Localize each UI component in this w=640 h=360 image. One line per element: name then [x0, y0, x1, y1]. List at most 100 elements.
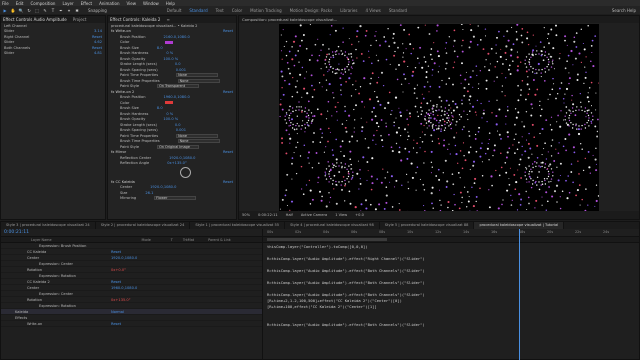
property-value[interactable]: 0.001	[176, 68, 186, 72]
tab-effect-controls-audio[interactable]: Effect Controls Audio Amplitude	[3, 17, 67, 22]
timeline-graph[interactable]: 00s 02s 04s 06s 08s 10s 12s 14s 16s 18s 20s 22s 24s …	[263, 229, 639, 360]
column-trkmat[interactable]: TrkMat	[183, 238, 194, 242]
expression-line[interactable]: R=thisComp.layer("Audio Amplitude").effe…	[267, 321, 639, 327]
panel-menu-icon[interactable]: ≡	[166, 17, 169, 22]
layer-property-value[interactable]: Reset	[111, 280, 121, 284]
workspace-default[interactable]: Default	[167, 8, 182, 13]
type-tool-icon[interactable]: T	[50, 8, 56, 13]
expression-editor[interactable]: thisComp.layer("Controller").toComp([0,0…	[263, 243, 639, 327]
zoom-dropdown[interactable]: 50%	[242, 213, 250, 217]
property-value[interactable]: 0.001	[176, 128, 186, 132]
tab-effect-controls-kaleida[interactable]: Effect Controls: Kaleida 2	[110, 17, 160, 22]
property-dropdown[interactable]: On Original Image	[157, 144, 200, 149]
roto-tool-icon[interactable]: ✱	[74, 8, 80, 13]
exposure-value[interactable]: +0.0	[355, 213, 364, 217]
menu-item-file[interactable]: File	[2, 1, 9, 6]
property-value[interactable]: 0.0	[175, 62, 181, 66]
property-value[interactable]: 100.0 %	[163, 57, 178, 61]
workspace-libraries[interactable]: Libraries	[340, 8, 357, 13]
property-value[interactable]: 8.0	[157, 106, 163, 110]
property-value[interactable]: 1920.0,1080.0	[169, 156, 195, 160]
layer-property-value[interactable]: 0x+135.0°	[111, 298, 131, 302]
menu-item-layer[interactable]: Layer	[62, 1, 73, 6]
workspace-standard-2[interactable]: Standard	[389, 8, 407, 13]
angle-dial[interactable]	[180, 167, 191, 178]
resolution-dropdown[interactable]: Half	[286, 213, 293, 217]
tab-project[interactable]: Project	[73, 17, 87, 22]
property-value[interactable]: 1960.0,1080.0	[164, 95, 190, 99]
property-dropdown[interactable]: None	[176, 133, 219, 138]
timeline-tab[interactable]: Style 4 | procedural kaleidoscope visual…	[285, 222, 380, 229]
property-value[interactable]: 0 %	[166, 112, 173, 116]
property-value[interactable]: 2160.0,1080.0	[164, 35, 190, 39]
layer-property-value[interactable]: Normal	[111, 310, 124, 314]
property-value[interactable]: 3.14	[94, 29, 102, 33]
current-time-readout[interactable]: 0:00:22:11	[258, 213, 278, 217]
workspace-standard[interactable]: Standard	[189, 8, 207, 13]
timeline-tab[interactable]: Style 2 | procedural kaleidoscope visual…	[96, 222, 191, 229]
reset-link[interactable]: Reset	[223, 180, 233, 184]
pen-tool-icon[interactable]: ✎	[42, 8, 48, 13]
current-time-indicator[interactable]	[518, 229, 520, 360]
property-value[interactable]: 8.0	[157, 46, 163, 50]
property-value[interactable]: 0 %	[166, 51, 173, 55]
menu-item-edit[interactable]: Edit	[16, 1, 24, 6]
property-value[interactable]: 0.0	[175, 123, 181, 127]
property-value[interactable]: Reset	[92, 46, 102, 50]
column-mode[interactable]: Mode	[142, 238, 151, 242]
timeline-tab[interactable]: Style 5 | procedural kaleidoscope visual…	[380, 222, 475, 229]
layer-property-value[interactable]: 1920.0,1080.0	[111, 256, 137, 260]
workspace-4-views[interactable]: 4 Views	[365, 8, 380, 13]
time-ruler[interactable]: 00s 02s 04s 06s 08s 10s 12s 14s 16s 18s 20s 22s 24s	[263, 229, 639, 237]
search-help-field[interactable]: Search Help	[612, 8, 636, 13]
property-dropdown[interactable]: None	[177, 78, 220, 83]
composition-canvas[interactable]	[279, 23, 600, 213]
layer-property-value[interactable]: 0x+0.0°	[111, 268, 126, 272]
color-swatch[interactable]	[165, 40, 174, 44]
puppet-tool-icon[interactable]: ⌖	[66, 8, 72, 13]
menu-item-effect[interactable]: Effect	[81, 1, 93, 6]
camera-dropdown[interactable]: Active Camera	[301, 213, 327, 217]
menu-item-animation[interactable]: Animation	[99, 1, 119, 6]
layer-property-value[interactable]: Reset	[111, 250, 121, 254]
reset-link[interactable]: Reset	[223, 29, 233, 33]
column-parent-link[interactable]: Parent & Link	[208, 238, 231, 242]
composition-tab[interactable]: Composition: procedural kaleidoscope vis…	[242, 17, 337, 22]
timeline-timecode[interactable]: 0:00:21:11	[4, 230, 29, 235]
property-value[interactable]: 100.0 %	[163, 117, 178, 121]
layer-property-value[interactable]: 1960.0,1080.0	[111, 286, 137, 290]
hand-tool-icon[interactable]: ✋	[10, 8, 16, 13]
property-dropdown[interactable]: Flower	[154, 196, 197, 201]
layer-property-value[interactable]: Reset	[111, 322, 121, 326]
menu-item-composition[interactable]: Composition	[30, 1, 55, 6]
property-value[interactable]: 4.62	[94, 40, 102, 44]
property-value[interactable]: 1920.0,1080.0	[150, 185, 176, 189]
selection-tool-icon[interactable]: ▶	[2, 8, 8, 13]
view-layout-dropdown[interactable]: 1 View	[335, 213, 347, 217]
property-value[interactable]: 4.81	[94, 51, 102, 55]
column-t[interactable]: T	[171, 238, 173, 242]
work-area-range[interactable]	[267, 238, 387, 241]
timeline-tab[interactable]: Style 3 | procedural kaleidoscope visual…	[1, 222, 96, 229]
property-value[interactable]: Reset	[92, 35, 102, 39]
workspace-motion-tracking[interactable]: Motion Tracking	[250, 8, 281, 13]
property-value[interactable]: 26.1	[145, 191, 153, 195]
timeline-tab[interactable]: Style 1 | procedural kaleidoscope visual…	[190, 222, 286, 229]
zoom-tool-icon[interactable]: 🔍	[18, 8, 24, 13]
menu-item-view[interactable]: View	[127, 1, 137, 6]
property-dropdown[interactable]: None	[176, 73, 219, 78]
shape-tool-icon[interactable]: ⬚	[34, 8, 40, 13]
property-dropdown[interactable]: On Transparent	[157, 84, 200, 89]
reset-link[interactable]: Reset	[223, 150, 233, 154]
color-swatch[interactable]	[165, 101, 174, 105]
column-layer-name[interactable]: Layer Name	[31, 238, 52, 242]
timeline-tab[interactable]: procedural kaleidoscope visualizat | Tut…	[474, 222, 565, 229]
rotate-tool-icon[interactable]: ↻	[26, 8, 32, 13]
reset-link[interactable]: Reset	[223, 90, 233, 94]
property-dropdown[interactable]: None	[177, 139, 220, 144]
snapping-toggle[interactable]: Snapping	[88, 8, 107, 13]
brush-tool-icon[interactable]: ✒	[58, 8, 64, 13]
menu-item-help[interactable]: Help	[166, 1, 175, 6]
workspace-motion-design[interactable]: Motion Design: Packs	[290, 8, 333, 13]
menu-item-window[interactable]: Window	[143, 1, 159, 6]
